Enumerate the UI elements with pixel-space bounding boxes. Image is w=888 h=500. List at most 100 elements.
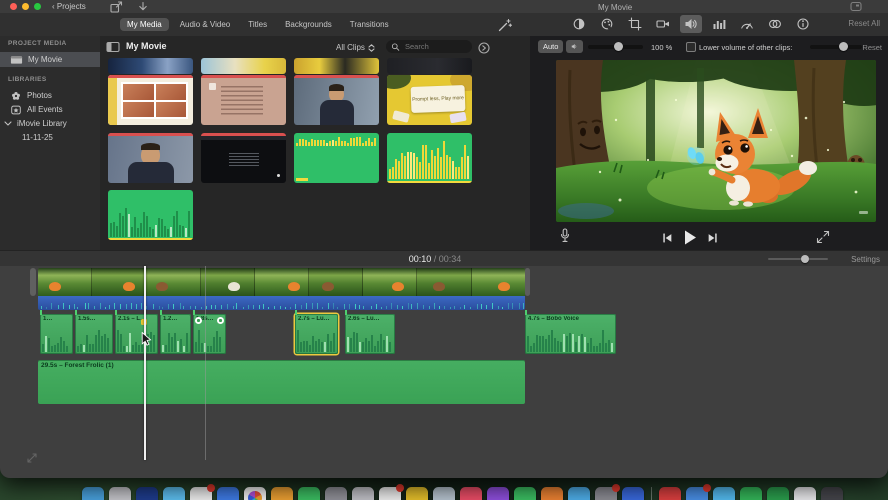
fade-handle[interactable] — [217, 317, 224, 324]
browser-options-icon[interactable] — [478, 42, 490, 54]
sidebar-item-all-events[interactable]: All Events — [0, 102, 100, 117]
timeline-audio-clip[interactable]: 1.8s… — [193, 314, 226, 354]
tab-transitions[interactable]: Transitions — [343, 18, 396, 31]
dock-app-icon[interactable] — [460, 487, 482, 500]
timeline-zoom-knob[interactable] — [801, 254, 809, 263]
previous-frame-button[interactable] — [661, 232, 674, 244]
minimize-window-button[interactable] — [22, 3, 29, 10]
speed-icon[interactable] — [736, 15, 758, 33]
back-to-projects-button[interactable]: ‹ Projects — [52, 2, 86, 11]
auto-volume-button[interactable]: Auto — [538, 40, 564, 53]
timeline-audio-clip[interactable]: 1.2… — [160, 314, 191, 354]
media-thumbnail-document[interactable] — [201, 75, 286, 125]
timeline-zoom-slider[interactable] — [768, 254, 828, 263]
crop-icon[interactable] — [624, 15, 646, 33]
clip-volume-knob[interactable] — [614, 41, 623, 51]
dock-app-icon[interactable] — [659, 487, 681, 500]
dock-app-icon[interactable] — [136, 487, 158, 500]
lower-volume-knob[interactable] — [839, 41, 848, 51]
dock-app-icon[interactable] — [217, 487, 239, 500]
dock-app-icon[interactable] — [298, 487, 320, 500]
dock-app-icon[interactable] — [541, 487, 563, 500]
dock-app-icon[interactable] — [406, 487, 428, 500]
dock-app-icon[interactable] — [713, 487, 735, 500]
equalizer-icon[interactable] — [708, 15, 730, 33]
color-palette-icon[interactable] — [596, 15, 618, 33]
dock-app-icon[interactable] — [163, 487, 185, 500]
import-media-icon[interactable] — [110, 1, 123, 13]
clip-filter-dropdown[interactable]: All Clips — [336, 43, 375, 52]
fullscreen-icon[interactable] — [816, 230, 830, 244]
clip-volume-slider[interactable] — [588, 41, 643, 51]
media-thumbnail-presenter[interactable] — [294, 75, 379, 125]
search-field[interactable] — [386, 40, 472, 53]
timeline-audio-clip[interactable]: 2.6s – Lu… — [345, 314, 395, 354]
media-thumbnail-strip-cream[interactable] — [201, 58, 286, 74]
sidebar-item-my-movie[interactable]: My Movie — [0, 52, 100, 67]
media-thumbnail-audio-bottom-wave[interactable] — [108, 190, 193, 240]
timeline-music-clip[interactable]: 29.5s – Forest Frolic (1) — [38, 360, 525, 404]
voiceover-mic-icon[interactable] — [558, 228, 572, 244]
dock-app-icon[interactable] — [271, 487, 293, 500]
dock-app-icon[interactable] — [487, 487, 509, 500]
media-thumbnail-strip-blue[interactable] — [108, 58, 193, 74]
dock-app-icon[interactable] — [352, 487, 374, 500]
media-thumbnail-strip-yellow[interactable] — [294, 58, 379, 74]
play-button[interactable] — [682, 229, 698, 246]
timeline-settings-button[interactable]: Settings — [851, 255, 880, 264]
zoom-window-button[interactable] — [34, 3, 41, 10]
tab-audio-video[interactable]: Audio & Video — [173, 18, 238, 31]
sidebar-item-imovie-library[interactable]: iMovie Library — [0, 116, 100, 131]
sidebar-toggle-icon[interactable] — [106, 41, 120, 53]
search-input[interactable] — [403, 41, 467, 52]
enhance-wand-icon[interactable] — [494, 16, 516, 34]
info-icon[interactable] — [792, 15, 814, 33]
media-thumbnail-strip-dark[interactable] — [387, 58, 472, 74]
effects-icon[interactable] — [764, 15, 786, 33]
video-viewer[interactable] — [556, 60, 876, 222]
close-window-button[interactable] — [10, 3, 17, 10]
lower-volume-checkbox[interactable] — [686, 42, 696, 52]
tab-titles[interactable]: Titles — [241, 18, 274, 31]
media-thumbnail-presenter-closeup[interactable] — [108, 133, 193, 183]
titlebar-window-icon[interactable] — [850, 1, 862, 12]
fade-handle[interactable] — [195, 317, 202, 324]
playhead[interactable] — [144, 266, 146, 460]
timeline-audio-clip-selected[interactable]: 2.7s – Lu… — [295, 314, 338, 354]
dock-app-icon[interactable] — [190, 484, 215, 500]
dock-app-icon[interactable] — [740, 487, 762, 500]
dock-app-icon[interactable] — [568, 487, 590, 500]
volume-icon[interactable] — [680, 15, 702, 33]
timeline-audio-clip[interactable]: 1… — [40, 314, 73, 354]
color-balance-icon[interactable] — [568, 15, 590, 33]
dock-app-icon[interactable] — [244, 487, 266, 500]
video-clip-filmstrip[interactable] — [38, 268, 525, 296]
dock-app-icon[interactable] — [794, 487, 816, 500]
dock-app-icon[interactable] — [686, 484, 711, 500]
reset-all-button[interactable]: Reset All — [848, 19, 880, 28]
download-arrow-icon[interactable] — [137, 1, 149, 13]
dock-app-icon[interactable] — [595, 484, 620, 500]
media-thumbnail-promo-card[interactable]: Prompt less, Play more — [387, 75, 472, 125]
dock-app-icon[interactable] — [433, 487, 455, 500]
timeline-audio-clip[interactable]: 1.5s… — [75, 314, 113, 354]
clip-trim-handle-left[interactable] — [30, 268, 36, 296]
mute-speaker-button[interactable] — [566, 40, 583, 53]
sidebar-item-event-date[interactable]: 11-11-25 — [0, 130, 100, 145]
dock-app-icon[interactable] — [821, 487, 843, 500]
next-frame-button[interactable] — [706, 232, 719, 244]
media-thumbnail-audio-tall-wave[interactable] — [387, 133, 472, 183]
lower-volume-slider[interactable] — [810, 41, 862, 51]
dock-app-icon[interactable] — [109, 487, 131, 500]
dock-app-icon[interactable] — [379, 484, 404, 500]
dock-app-icon[interactable] — [767, 487, 789, 500]
tab-my-media[interactable]: My Media — [120, 18, 169, 31]
tab-backgrounds[interactable]: Backgrounds — [278, 18, 339, 31]
video-clip-audio-waveform[interactable] — [38, 296, 525, 310]
sidebar-item-photos[interactable]: Photos — [0, 88, 100, 103]
media-thumbnail-terminal[interactable] — [201, 133, 286, 183]
reset-button[interactable]: Reset — [862, 43, 882, 52]
clip-trim-handle-right[interactable] — [525, 268, 530, 296]
dock-app-icon[interactable] — [514, 487, 536, 500]
media-thumbnail-audio-top-wave[interactable] — [294, 133, 379, 183]
